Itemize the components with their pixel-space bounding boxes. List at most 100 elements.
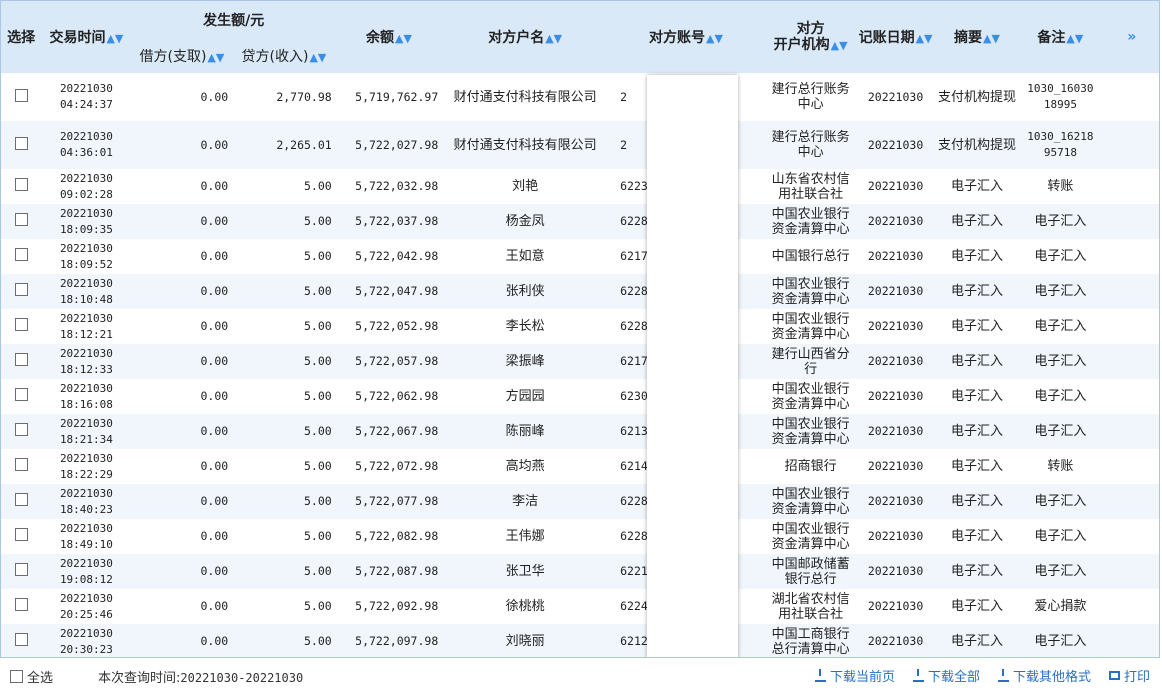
print-icon — [1108, 671, 1120, 680]
row-select-cell[interactable] — [1, 624, 42, 657]
sort-icon[interactable]: ▲▼ — [831, 39, 848, 52]
sort-icon[interactable]: ▲▼ — [207, 51, 224, 64]
trade-time: 20221030 18:16:08 — [41, 379, 132, 414]
trade-date: 20221030 — [59, 451, 113, 465]
header-remark[interactable]: 备注▲▼ — [1020, 1, 1101, 73]
balance-amount: 5,722,087.98 — [335, 554, 443, 589]
row-select-cell[interactable] — [1, 379, 42, 414]
post-date: 20221030 — [857, 169, 934, 204]
post-date: 20221030 — [857, 589, 934, 624]
trade-time: 20221030 18:21:34 — [41, 414, 132, 449]
row-checkbox[interactable] — [14, 353, 28, 366]
post-date: 20221030 — [857, 379, 934, 414]
row-checkbox[interactable] — [14, 283, 28, 296]
remark: 电子汇入 — [1020, 484, 1101, 519]
query-time-label: 本次查询时间: — [98, 671, 181, 686]
more-columns-icon[interactable]: » — [1100, 1, 1159, 73]
row-select-cell[interactable] — [1, 73, 42, 121]
row-select-cell[interactable] — [1, 121, 42, 169]
row-select-cell[interactable] — [1, 589, 42, 624]
header-post-date[interactable]: 记账日期▲▼ — [857, 1, 934, 73]
header-trade-time[interactable]: 交易时间▲▼ — [41, 1, 132, 73]
balance-amount: 5,722,077.98 — [335, 484, 443, 519]
select-all-checkbox[interactable] — [10, 670, 23, 683]
row-checkbox[interactable] — [14, 458, 28, 471]
row-checkbox[interactable] — [14, 528, 28, 541]
download-all-button[interactable]: 下载全部 — [912, 666, 980, 685]
row-select-cell[interactable] — [1, 449, 42, 484]
summary: 电子汇入 — [933, 379, 1021, 414]
table-row: 20221030 19:08:12 0.00 5.00 5,722,087.98 张卫华 6… — [1, 554, 1159, 589]
print-button[interactable]: 打印 — [1108, 666, 1150, 685]
row-checkbox[interactable] — [14, 318, 28, 331]
header-counterparty-account[interactable]: 对方账号▲▼ — [608, 1, 764, 73]
header-credit[interactable]: 贷方(收入)▲▼ — [232, 38, 336, 73]
trade-clock: 19:08:12 — [59, 572, 113, 586]
row-select-cell[interactable] — [1, 239, 42, 274]
counterparty-bank: 山东省农村信用社联合社 — [763, 169, 858, 204]
counterparty-name: 王如意 — [442, 239, 609, 274]
select-all[interactable]: 全选 — [10, 667, 53, 686]
sort-icon[interactable]: ▲▼ — [309, 51, 326, 64]
header-debit[interactable]: 借方(支取)▲▼ — [131, 38, 233, 73]
sort-icon[interactable]: ▲▼ — [983, 32, 1000, 45]
row-select-cell[interactable] — [1, 309, 42, 344]
download-other-format-button[interactable]: 下载其他格式 — [997, 666, 1091, 685]
row-select-cell[interactable] — [1, 204, 42, 239]
credit-amount: 5.00 — [232, 449, 336, 484]
row-checkbox[interactable] — [14, 633, 28, 646]
header-counterparty-name[interactable]: 对方户名▲▼ — [442, 1, 609, 73]
row-checkbox[interactable] — [14, 136, 28, 150]
row-select-cell[interactable] — [1, 169, 42, 204]
trade-date: 20221030 — [59, 241, 113, 255]
row-spacer — [1100, 379, 1159, 414]
trade-date: 20221030 — [59, 346, 113, 360]
header-summary[interactable]: 摘要▲▼ — [933, 1, 1021, 73]
row-checkbox[interactable] — [14, 598, 28, 611]
debit-amount: 0.00 — [131, 239, 233, 274]
sort-icon[interactable]: ▲▼ — [916, 32, 933, 45]
sort-icon[interactable]: ▲▼ — [706, 32, 723, 45]
balance-amount: 5,722,067.98 — [335, 414, 443, 449]
trade-clock: 18:49:10 — [59, 537, 113, 551]
trade-time: 20221030 18:12:21 — [41, 309, 132, 344]
trade-date: 20221030 — [59, 276, 113, 290]
trade-clock: 18:12:21 — [59, 327, 113, 341]
row-select-cell[interactable] — [1, 554, 42, 589]
row-checkbox[interactable] — [14, 88, 28, 102]
trade-date: 20221030 — [59, 82, 113, 95]
row-select-cell[interactable] — [1, 344, 42, 379]
counterparty-bank: 中国银行总行 — [763, 239, 858, 274]
row-checkbox[interactable] — [14, 213, 28, 226]
download-page-button[interactable]: 下载当前页 — [814, 666, 895, 685]
counterparty-name: 财付通支付科技有限公司 — [442, 73, 609, 121]
row-checkbox[interactable] — [14, 178, 28, 191]
sort-icon[interactable]: ▲▼ — [395, 32, 412, 45]
remark: 电子汇入 — [1020, 624, 1101, 657]
row-checkbox[interactable] — [14, 388, 28, 401]
row-checkbox[interactable] — [14, 423, 28, 436]
row-checkbox[interactable] — [14, 248, 28, 261]
row-spacer — [1100, 589, 1159, 624]
trade-clock: 18:40:23 — [59, 502, 113, 516]
sort-icon[interactable]: ▲▼ — [1066, 32, 1083, 45]
row-checkbox[interactable] — [14, 493, 28, 506]
header-balance[interactable]: 余额▲▼ — [335, 1, 443, 73]
credit-amount: 5.00 — [232, 379, 336, 414]
trade-time: 20221030 18:09:35 — [41, 204, 132, 239]
row-select-cell[interactable] — [1, 484, 42, 519]
summary: 电子汇入 — [933, 589, 1021, 624]
sort-icon[interactable]: ▲▼ — [106, 32, 123, 45]
row-select-cell[interactable] — [1, 274, 42, 309]
header-counterparty-bank[interactable]: 对方 开户机构▲▼ — [763, 1, 858, 73]
row-select-cell[interactable] — [1, 414, 42, 449]
trade-time: 20221030 18:09:52 — [41, 239, 132, 274]
row-checkbox[interactable] — [14, 563, 28, 576]
row-select-cell[interactable] — [1, 519, 42, 554]
trade-time: 20221030 18:22:29 — [41, 449, 132, 484]
trade-date: 20221030 — [59, 381, 113, 395]
summary: 电子汇入 — [933, 484, 1021, 519]
table-row: 20221030 18:21:34 0.00 5.00 5,722,067.98 陈丽峰 6… — [1, 414, 1159, 449]
query-time-value: 20221030-20221030 — [180, 671, 304, 685]
sort-icon[interactable]: ▲▼ — [545, 32, 562, 45]
